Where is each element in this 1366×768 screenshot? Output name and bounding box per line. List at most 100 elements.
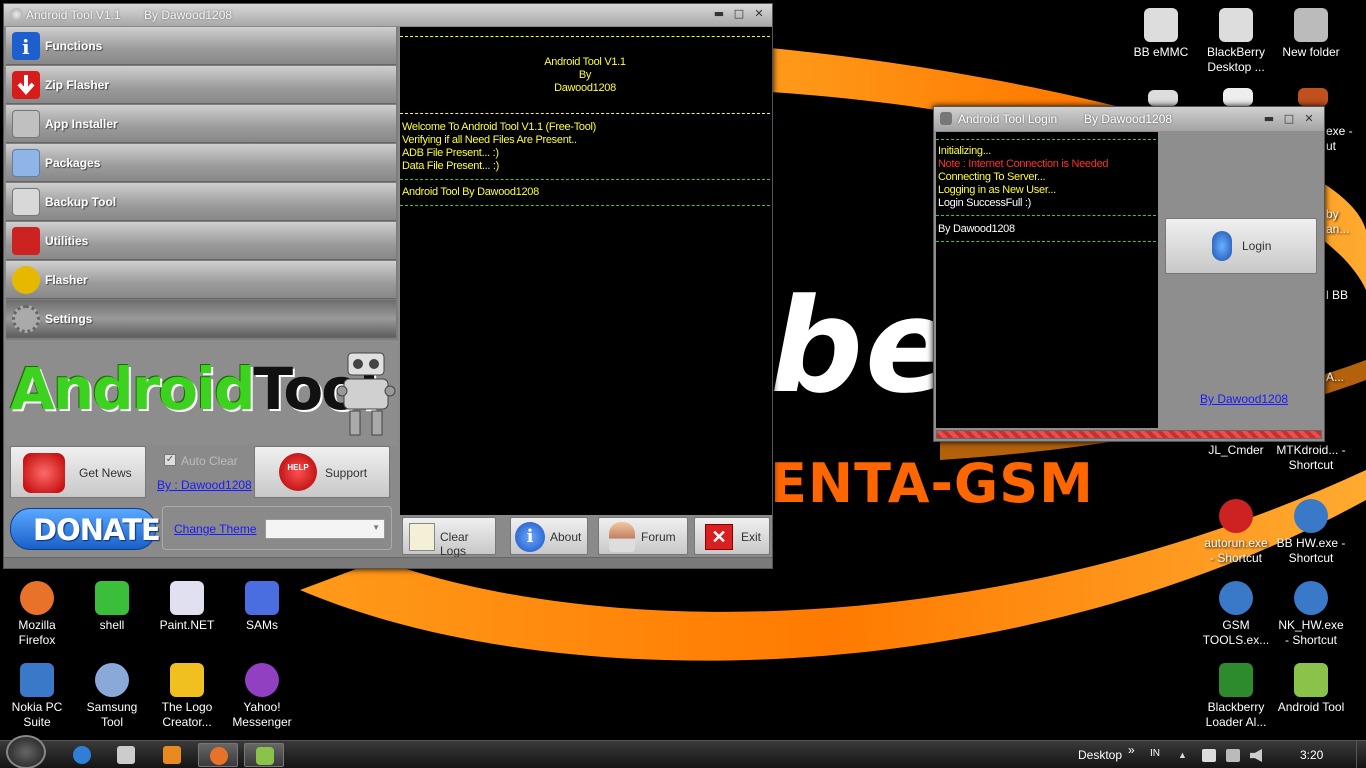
log-console: Android Tool V1.1 By Dawood1208 Welcome …: [400, 27, 772, 515]
theme-select[interactable]: ▼: [265, 519, 385, 539]
toolbox-icon: [12, 227, 40, 255]
bb-emmc-icon: [1144, 8, 1178, 42]
desktop-partial-label: ut: [1326, 139, 1337, 153]
desktop-icon-samsung-tool[interactable]: Samsung Tool: [77, 663, 147, 730]
login-log-line: Logging in as New User...: [938, 184, 1056, 196]
maximize-button[interactable]: □: [1282, 112, 1296, 126]
desktop-icon-firefox[interactable]: Mozilla Firefox: [2, 581, 72, 648]
gsm-tools-icon: [1219, 581, 1253, 615]
desktop-icon-blackberry-desktop[interactable]: BlackBerry Desktop ...: [1201, 8, 1271, 75]
desktop-icon-nokia-pc-suite[interactable]: Nokia PC Suite: [2, 663, 72, 730]
sidebar-item-label: Functions: [45, 39, 103, 53]
donate-button[interactable]: DONATE: [10, 508, 161, 550]
desktop-toolbar-label[interactable]: Desktop: [1078, 748, 1122, 762]
app-icon: [10, 8, 23, 21]
language-indicator[interactable]: IN: [1150, 748, 1160, 759]
sidebar-item-flasher[interactable]: Flasher: [6, 261, 396, 299]
wallpaper-text: be: [770, 270, 956, 422]
backup-drive-icon: [12, 188, 40, 216]
firefox-icon: [20, 581, 54, 615]
close-button[interactable]: ✕: [1302, 112, 1316, 126]
gear-icon: [12, 305, 40, 333]
author-link[interactable]: By Dawood1208: [1200, 392, 1288, 406]
get-news-label: Get News: [79, 466, 132, 480]
sidebar-item-label: Utilities: [45, 234, 89, 248]
clear-logs-button[interactable]: Clear Logs: [402, 517, 496, 558]
sidebar-item-zip-flasher[interactable]: Zip Flasher: [6, 66, 396, 104]
desktop-icon-label: New folder: [1282, 45, 1340, 59]
desktop-icon-logo-creator[interactable]: The Logo Creator...: [152, 663, 222, 730]
desktop-icon-gsm-tools[interactable]: GSM TOOLS.ex...: [1201, 581, 1271, 648]
taskbar-item-android-tool[interactable]: [244, 743, 284, 767]
sams-icon: [245, 581, 279, 615]
login-window-author: By Dawood1208: [1084, 112, 1173, 126]
desktop-icon-blackberry-loader[interactable]: Blackberry Loader Al...: [1201, 663, 1271, 730]
theme-group: Change Theme ▼: [162, 506, 392, 550]
sidebar-item-settings[interactable]: Settings: [6, 300, 396, 338]
desktop-icon-label: autorun.exe - Shortcut: [1204, 536, 1268, 565]
lock-icon: [940, 112, 952, 125]
taskbar-item-media-player[interactable]: [152, 743, 192, 767]
desktop-icon-label: shell: [99, 618, 125, 632]
show-desktop-button[interactable]: [1356, 741, 1366, 768]
status-strip: [4, 557, 772, 568]
notepad-icon: [409, 523, 435, 551]
get-news-button[interactable]: Get News: [10, 446, 146, 498]
taskbar-item-firefox[interactable]: [198, 743, 238, 767]
about-button[interactable]: i About: [510, 517, 588, 555]
sidebar-item-app-installer[interactable]: App Installer: [6, 105, 396, 143]
change-theme-link[interactable]: Change Theme: [174, 522, 257, 536]
desktop-icon-nk-hw[interactable]: NK_HW.exe - Shortcut: [1276, 581, 1346, 648]
start-button[interactable]: [6, 735, 46, 768]
taskbar-item-ie[interactable]: [62, 743, 102, 767]
close-button[interactable]: ✕: [752, 7, 766, 21]
desktop-icon-shell[interactable]: shell: [77, 581, 147, 633]
author-link[interactable]: By : Dawood1208: [157, 478, 252, 492]
desktop-icon-sams[interactable]: SAMs: [227, 581, 297, 633]
forum-button[interactable]: Forum: [598, 517, 688, 555]
toolbar-chevron-icon[interactable]: »: [1128, 743, 1135, 757]
main-titlebar[interactable]: Android Tool V1.1 By Dawood1208 ▬ □ ✕: [4, 4, 772, 26]
desktop-icon-partial[interactable]: [1221, 88, 1255, 106]
support-label: Support: [325, 466, 368, 480]
desktop-icon-bb-hw[interactable]: BB HW.exe - Shortcut: [1276, 499, 1346, 566]
chevron-down-icon: ▼: [372, 523, 380, 532]
network-icon[interactable]: [1226, 749, 1240, 762]
window-title: Android Tool V1.1: [26, 8, 121, 22]
desktop-icon-yahoo-messenger[interactable]: Yahoo! Messenger: [227, 663, 297, 730]
auto-clear-checkbox[interactable]: ✓ Auto Clear: [164, 453, 252, 469]
minimize-button[interactable]: ▬: [1262, 112, 1276, 126]
desktop-icon-new-folder[interactable]: New folder: [1276, 8, 1346, 60]
firefox-icon: [210, 747, 228, 765]
login-button[interactable]: Login: [1165, 218, 1317, 274]
news-icon: [23, 453, 65, 493]
desktop-icon-partial[interactable]: [1296, 88, 1330, 106]
desktop-icon-partial[interactable]: [1146, 90, 1180, 106]
taskbar-clock[interactable]: 3:20: [1300, 748, 1323, 762]
sidebar-item-backup-tool[interactable]: Backup Tool: [6, 183, 396, 221]
logo-creator-icon: [170, 663, 204, 697]
desktop-icon-jl-cmder[interactable]: JL_Cmder: [1201, 443, 1271, 458]
login-window: Android Tool Login By Dawood1208 ▬ □ ✕ I…: [933, 106, 1325, 442]
login-titlebar[interactable]: Android Tool Login By Dawood1208 ▬ □ ✕: [934, 107, 1324, 131]
desktop-icon-mtkdroid[interactable]: MTKdroid... - Shortcut: [1276, 443, 1346, 473]
minimize-button[interactable]: ▬: [712, 7, 726, 21]
desktop-icon-label: SAMs: [245, 618, 278, 632]
sidebar-item-functions[interactable]: i Functions: [6, 27, 396, 65]
blackberry-loader-icon: [1219, 663, 1253, 697]
flag-icon[interactable]: [1202, 749, 1216, 762]
volume-icon[interactable]: [1250, 749, 1262, 762]
desktop-icon-paint-net[interactable]: Paint.NET: [152, 581, 222, 633]
exit-button[interactable]: ✕ Exit: [694, 517, 770, 555]
desktop-icon-autorun[interactable]: autorun.exe - Shortcut: [1201, 499, 1271, 566]
support-button[interactable]: HELP Support: [254, 446, 390, 498]
show-hidden-icons-icon[interactable]: ▲: [1178, 750, 1187, 760]
desktop-icon-bb-emmc[interactable]: BB eMMC: [1126, 8, 1196, 60]
desktop-icon-label: GSM TOOLS.ex...: [1202, 618, 1270, 647]
taskbar-item-explorer[interactable]: [106, 743, 146, 767]
desktop-icon-android-tool[interactable]: Android Tool: [1276, 663, 1346, 715]
sidebar-item-utilities[interactable]: Utilities: [6, 222, 396, 260]
desktop-icon-label: Paint.NET: [159, 618, 215, 632]
maximize-button[interactable]: □: [732, 7, 746, 21]
sidebar-item-packages[interactable]: Packages: [6, 144, 396, 182]
